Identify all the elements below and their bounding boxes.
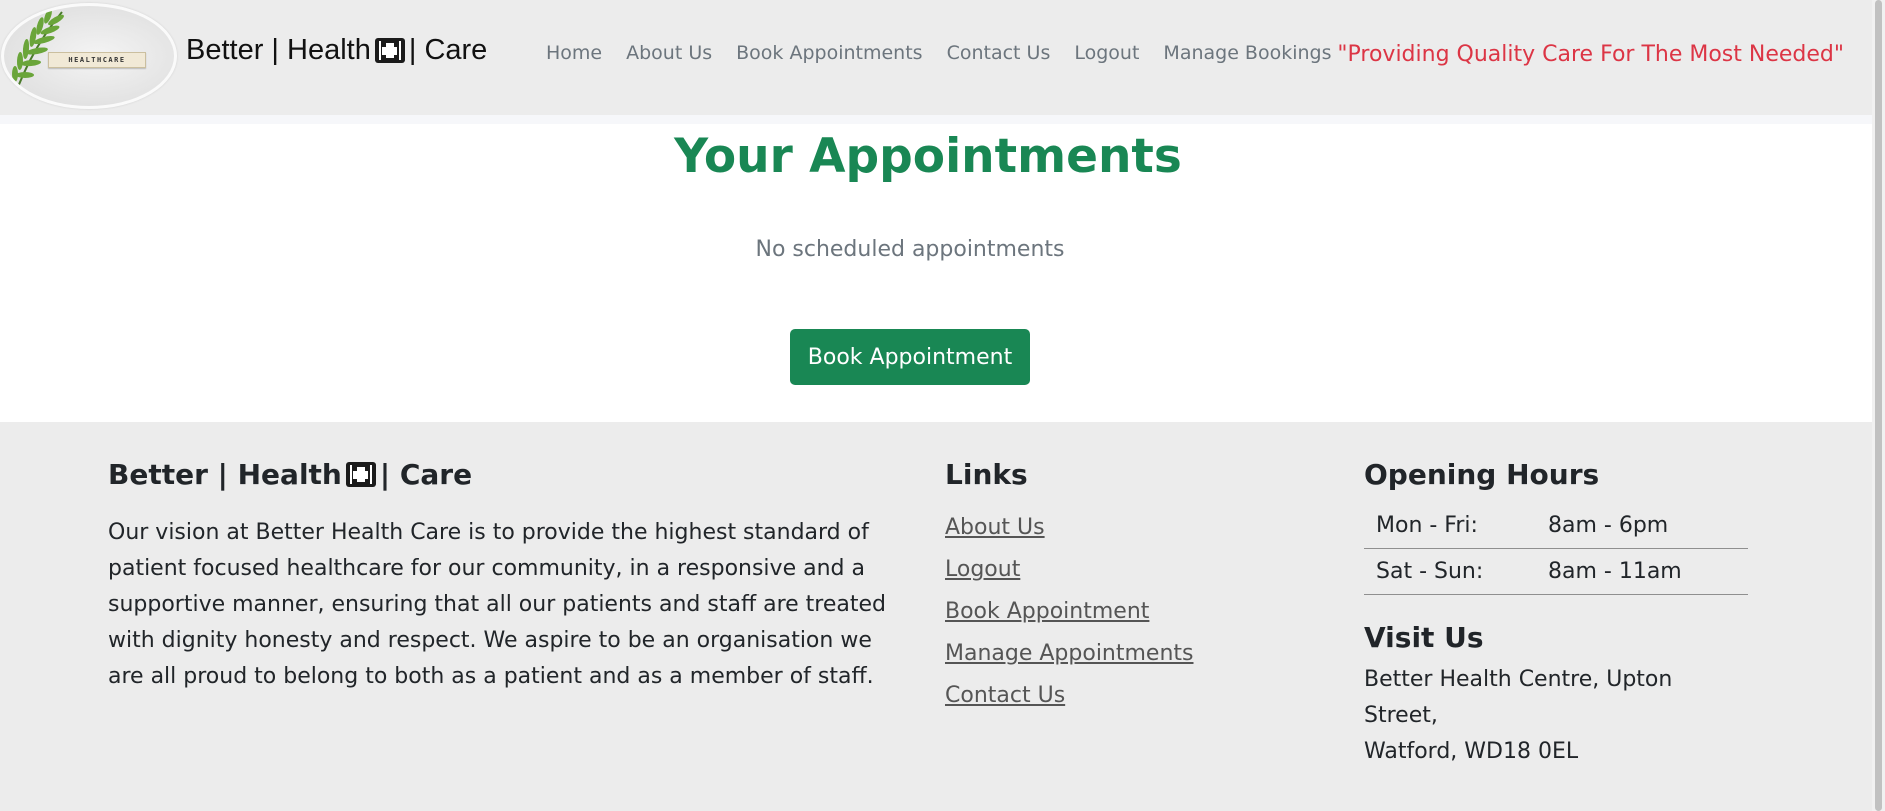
table-row: Sat - Sun: 8am - 11am — [1364, 548, 1748, 595]
footer-link-book-appointment[interactable]: Book Appointment — [945, 599, 1149, 624]
main-nav: Home About Us Book Appointments Contact … — [534, 42, 1344, 64]
vertical-scrollbar[interactable] — [1872, 0, 1885, 811]
links-heading: Links — [945, 458, 1028, 491]
brand-name[interactable]: Better | Health | Care — [186, 34, 487, 67]
list-item: Logout — [945, 549, 1305, 591]
visit-us-heading: Visit Us — [1364, 621, 1484, 654]
nav-contact-us[interactable]: Contact Us — [935, 42, 1063, 64]
list-item: Manage Appointments — [945, 633, 1305, 675]
footer-brand-heading: Better | Health | Care — [108, 458, 908, 491]
address-line-2: Watford, WD18 0EL — [1364, 739, 1579, 764]
logo-tiles: HEALTHCARE — [48, 52, 146, 68]
logo-image[interactable]: HEALTHCARE — [1, 3, 177, 109]
appointments-section: Your Appointments No scheduled appointme… — [0, 124, 1872, 422]
navbar: HEALTHCARE Better | Health | Care Home A… — [0, 0, 1872, 115]
nav-home[interactable]: Home — [534, 42, 614, 64]
nav-book-appointments[interactable]: Book Appointments — [724, 42, 934, 64]
medical-kit-icon — [345, 462, 376, 487]
header-divider — [0, 115, 1872, 124]
page-title: Your Appointments — [674, 129, 1182, 184]
nav-manage-bookings[interactable]: Manage Bookings — [1151, 42, 1343, 64]
footer: Better | Health | Care Our vision at Bet… — [0, 422, 1872, 811]
footer-about: Better | Health | Care Our vision at Bet… — [108, 458, 908, 695]
footer-link-logout[interactable]: Logout — [945, 557, 1020, 582]
hours-day: Mon - Fri: — [1364, 503, 1536, 549]
book-appointment-button[interactable]: Book Appointment — [790, 329, 1030, 385]
brand-text-left: Better | Health — [186, 34, 371, 66]
footer-link-about-us[interactable]: About Us — [945, 515, 1045, 540]
footer-link-contact-us[interactable]: Contact Us — [945, 683, 1065, 708]
tagline: "Providing Quality Care For The Most Nee… — [1337, 42, 1844, 67]
nav-about-us[interactable]: About Us — [614, 42, 724, 64]
hours-time: 8am - 6pm — [1536, 503, 1748, 549]
address-line-1: Better Health Centre, Upton Street, — [1364, 667, 1673, 728]
footer-link-list: About Us Logout Book Appointment Manage … — [945, 507, 1305, 717]
brand-text-right: | Care — [408, 34, 488, 66]
footer-link-manage-appointments[interactable]: Manage Appointments — [945, 641, 1194, 666]
vision-statement: Our vision at Better Health Care is to p… — [108, 520, 886, 689]
scrollbar-thumb[interactable] — [1875, 0, 1882, 811]
footer-links: Links About Us Logout Book Appointment M… — [945, 458, 1305, 717]
empty-appointments-message: No scheduled appointments — [755, 237, 1065, 262]
table-row: Mon - Fri: 8am - 6pm — [1364, 503, 1748, 549]
footer-brand-left: Better | Health — [108, 458, 342, 491]
nav-logout[interactable]: Logout — [1062, 42, 1151, 64]
opening-hours-table: Mon - Fri: 8am - 6pm Sat - Sun: 8am - 11… — [1364, 503, 1748, 595]
list-item: Book Appointment — [945, 591, 1305, 633]
opening-hours-heading: Opening Hours — [1364, 458, 1600, 491]
address: Better Health Centre, Upton Street, Watf… — [1364, 662, 1748, 770]
list-item: About Us — [945, 507, 1305, 549]
footer-opening-hours: Opening Hours Mon - Fri: 8am - 6pm Sat -… — [1364, 458, 1748, 770]
hours-time: 8am - 11am — [1536, 548, 1748, 595]
list-item: Contact Us — [945, 675, 1305, 717]
hours-day: Sat - Sun: — [1364, 548, 1536, 595]
footer-brand-right: | Care — [379, 458, 473, 491]
medical-kit-icon — [374, 38, 405, 63]
